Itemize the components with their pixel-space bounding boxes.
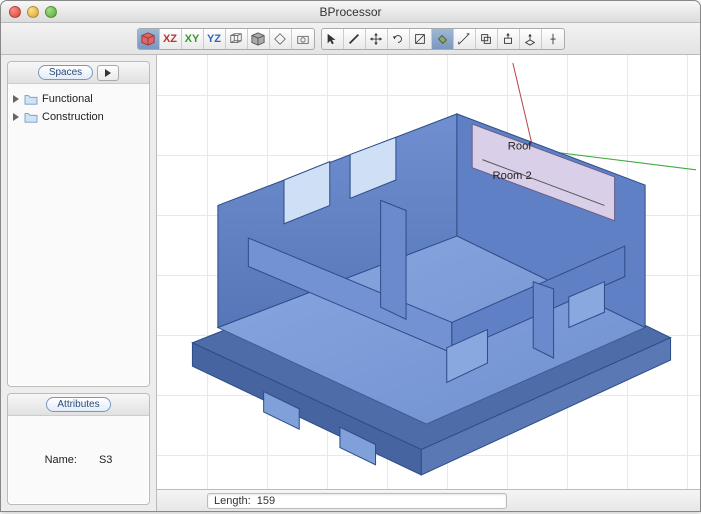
scale-icon xyxy=(413,32,427,46)
yz-view-button[interactable]: YZ xyxy=(204,29,226,49)
offset-icon xyxy=(479,32,493,46)
ruler-icon xyxy=(457,32,471,46)
length-value: 159 xyxy=(257,495,275,507)
rotate-tool-button[interactable] xyxy=(388,29,410,49)
camera-view-button[interactable] xyxy=(292,29,314,49)
cube-solid-view-button[interactable] xyxy=(248,29,270,49)
folder-icon xyxy=(24,111,38,123)
xz-view-button[interactable]: XZ xyxy=(160,29,182,49)
offset-tool-button[interactable] xyxy=(476,29,498,49)
attributes-tab[interactable]: Attributes xyxy=(46,397,110,412)
viewport: Roof Room 2 xyxy=(157,55,700,511)
tree-item-label: Functional xyxy=(42,93,93,105)
rotate-icon xyxy=(391,32,405,46)
solid-cube-icon xyxy=(251,32,265,46)
attributes-panel: Attributes Name: S3 xyxy=(7,393,150,505)
view-toolbar-group: XZ XY YZ xyxy=(137,28,315,50)
cube-wire-view-button[interactable] xyxy=(226,29,248,49)
eraser-tool-button[interactable] xyxy=(542,29,564,49)
close-button[interactable] xyxy=(9,6,21,18)
paint-bucket-icon xyxy=(435,32,449,46)
camera-icon xyxy=(296,32,310,46)
status-bar: Length: 159 xyxy=(157,489,700,511)
length-label: Length: xyxy=(214,495,251,507)
spaces-expand-button[interactable] xyxy=(97,65,119,81)
zoom-button[interactable] xyxy=(45,6,57,18)
title-bar: BProcessor xyxy=(1,1,700,23)
select-tool-button[interactable] xyxy=(322,29,344,49)
paint-tool-button[interactable] xyxy=(432,29,454,49)
perspective-view-button[interactable] xyxy=(270,29,292,49)
arrow-cursor-icon xyxy=(325,32,339,46)
spaces-tab[interactable]: Spaces xyxy=(38,65,93,80)
spaces-panel: Spaces Functional Construction xyxy=(7,61,150,387)
toolbar: XZ XY YZ xyxy=(1,23,700,55)
minimize-button[interactable] xyxy=(27,6,39,18)
roof-annotation: Roof xyxy=(508,140,533,152)
tools-toolbar-group xyxy=(321,28,565,50)
length-status-field[interactable]: Length: 159 xyxy=(207,493,507,509)
pushpull-icon xyxy=(501,32,515,46)
house-model-icon: Roof Room 2 xyxy=(167,63,696,489)
traffic-lights xyxy=(1,6,57,18)
tree-item-functional[interactable]: Functional xyxy=(12,90,145,108)
tree-item-construction[interactable]: Construction xyxy=(12,108,145,126)
pushpull-tool-button[interactable] xyxy=(498,29,520,49)
name-label: Name: xyxy=(45,454,77,466)
diamond-icon xyxy=(273,32,287,46)
move-icon xyxy=(369,32,383,46)
sidebar: Spaces Functional Construction xyxy=(1,55,157,511)
eraser-icon xyxy=(546,32,560,46)
folder-icon xyxy=(24,93,38,105)
spaces-panel-header: Spaces xyxy=(8,62,149,84)
window-title: BProcessor xyxy=(1,5,700,19)
3d-canvas[interactable]: Roof Room 2 xyxy=(157,55,700,489)
3d-view-button[interactable] xyxy=(138,29,160,49)
move-tool-button[interactable] xyxy=(366,29,388,49)
attributes-body: Name: S3 xyxy=(8,416,149,504)
room2-annotation: Room 2 xyxy=(493,170,532,182)
scale-tool-button[interactable] xyxy=(410,29,432,49)
tree-item-label: Construction xyxy=(42,111,104,123)
cube-3d-icon xyxy=(141,32,155,46)
xy-view-button[interactable]: XY xyxy=(182,29,204,49)
app-window: BProcessor XZ XY YZ xyxy=(0,0,701,512)
line-tool-button[interactable] xyxy=(344,29,366,49)
pencil-icon xyxy=(347,32,361,46)
disclosure-triangle-icon xyxy=(12,95,20,103)
disclosure-triangle-icon xyxy=(12,113,20,121)
spaces-tree: Functional Construction xyxy=(8,84,149,386)
wireframe-cube-icon xyxy=(229,32,243,46)
attributes-panel-header: Attributes xyxy=(8,394,149,416)
extrude-tool-button[interactable] xyxy=(520,29,542,49)
name-value: S3 xyxy=(99,454,112,466)
main-body: Spaces Functional Construction xyxy=(1,55,700,511)
measure-tool-button[interactable] xyxy=(454,29,476,49)
play-icon xyxy=(104,69,112,77)
extrude-icon xyxy=(523,32,537,46)
